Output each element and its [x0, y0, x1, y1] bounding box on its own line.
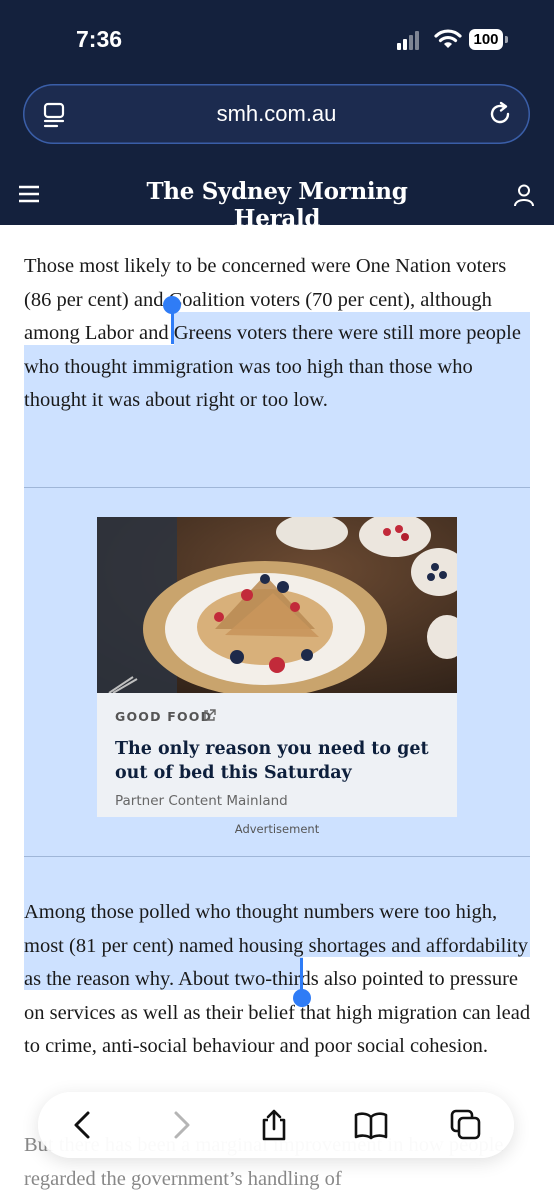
url-bar[interactable]: smh.com.au: [23, 84, 530, 144]
ad-headline[interactable]: The only reason you need to get out of b…: [115, 737, 445, 785]
ad-image[interactable]: [97, 517, 457, 693]
ad-divider: [24, 487, 530, 488]
status-time: 7:36: [76, 26, 123, 52]
article-paragraph: Among those polled who thought numbers w…: [24, 901, 531, 1057]
site-masthead[interactable]: The Sydney Morning Herald: [100, 178, 454, 232]
wifi-icon: [434, 29, 462, 48]
ad-partner: Partner Content Mainland: [115, 793, 288, 809]
article-paragraph: Those most likely to be concerned were O…: [24, 255, 521, 411]
reload-icon[interactable]: [487, 101, 513, 127]
account-icon[interactable]: [512, 183, 536, 207]
bookmarks-icon[interactable]: [354, 1108, 388, 1142]
ad-label: Advertisement: [234, 822, 320, 836]
browser-toolbar: [38, 1092, 514, 1158]
url-text[interactable]: smh.com.au: [23, 84, 530, 144]
tabs-icon[interactable]: [41, 102, 67, 128]
forward-icon[interactable]: [164, 1108, 198, 1142]
battery-level: 100: [469, 29, 503, 50]
external-link-icon: [204, 709, 216, 721]
menu-icon[interactable]: [18, 183, 40, 205]
share-icon[interactable]: [257, 1108, 291, 1142]
ad-divider: [24, 856, 530, 857]
ad-source: GOOD FOOD: [115, 709, 213, 724]
ad-card[interactable]: GOOD FOOD The only reason you need to ge…: [97, 517, 457, 817]
tabs-overview-icon[interactable]: [449, 1108, 483, 1142]
battery-indicator: 100: [469, 29, 509, 50]
signal-icon: [397, 31, 425, 50]
back-icon[interactable]: [66, 1108, 100, 1142]
